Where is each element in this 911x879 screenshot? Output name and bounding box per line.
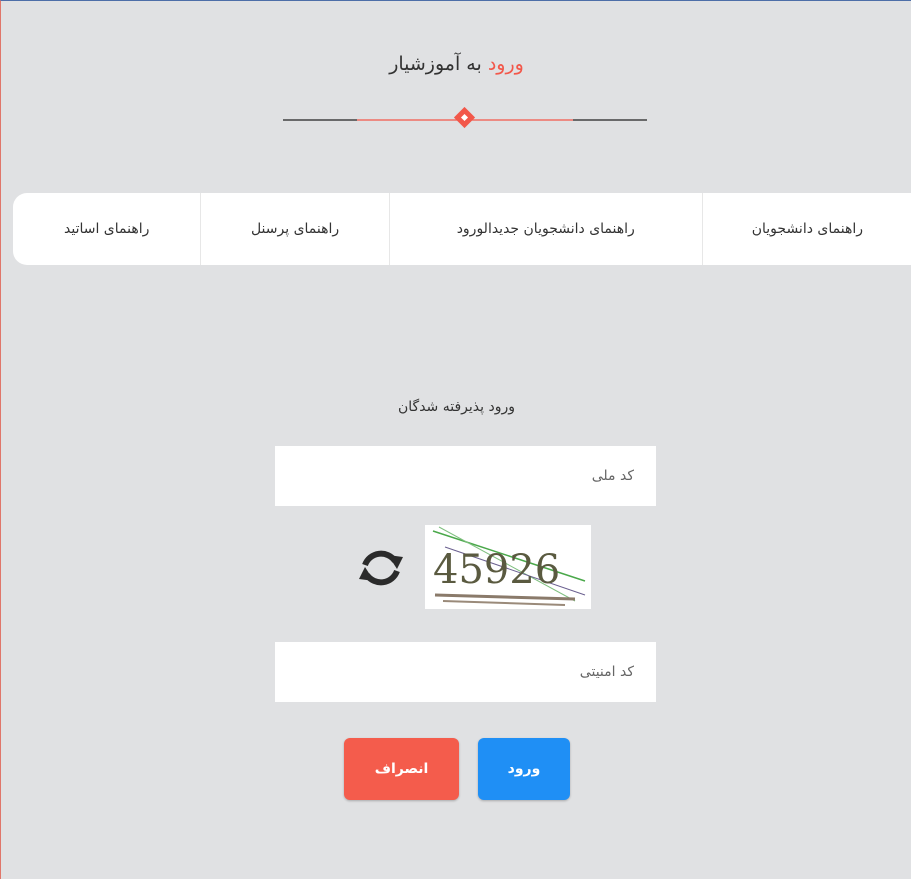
login-button[interactable]: ورود — [478, 738, 570, 800]
security-code-input[interactable] — [275, 642, 656, 702]
refresh-icon[interactable] — [353, 543, 409, 593]
page-title-accent: ورود — [487, 53, 524, 75]
tab-professors-guide[interactable]: راهنمای اساتید — [13, 193, 200, 265]
tab-staff-guide[interactable]: راهنمای پرسنل — [200, 193, 388, 265]
guide-tabs: راهنمای دانشجویان راهنمای دانشجویان جدید… — [13, 193, 911, 265]
page-title-rest: به آموزشیار — [389, 53, 488, 75]
page-title: ورود به آموزشیار — [1, 53, 911, 75]
captcha-text: 45926 — [433, 547, 560, 593]
page-frame: ورود به آموزشیار راهنمای دانشجویان راهنم… — [0, 0, 911, 879]
tab-student-guide[interactable]: راهنمای دانشجویان — [701, 193, 911, 265]
captcha-image: 45926 — [425, 525, 591, 609]
tab-new-student-guide[interactable]: راهنمای دانشجویان جدیدالورود — [388, 193, 702, 265]
form-heading: ورود پذیرفته شدگان — [398, 399, 515, 415]
title-divider — [283, 107, 647, 129]
cancel-button[interactable]: انصراف — [344, 738, 459, 800]
national-code-input[interactable] — [275, 446, 656, 506]
